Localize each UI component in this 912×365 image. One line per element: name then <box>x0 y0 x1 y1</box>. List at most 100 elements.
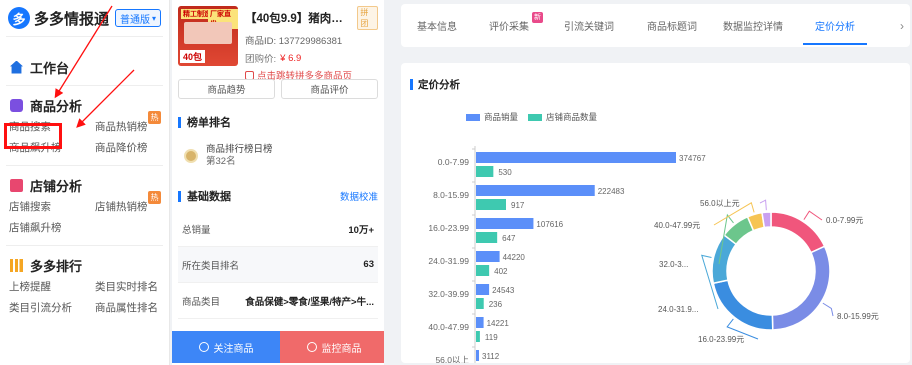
product-trend-button[interactable]: 商品趋势 <box>178 79 275 99</box>
bar-shop-count[interactable] <box>476 265 490 276</box>
monitor-product-button[interactable]: 监控商品 <box>280 331 384 363</box>
donut-label: 24.0-31.9... <box>658 305 698 314</box>
tab-item[interactable]: 定价分析 <box>795 4 875 47</box>
sidebar-item[interactable]: 店铺搜索 <box>9 197 95 218</box>
basic-data-row: 总销量 10万+ <box>178 211 378 247</box>
tab-item[interactable]: 基本信息 <box>401 4 473 47</box>
sidebar-item[interactable]: 店铺热销榜热 <box>95 191 169 218</box>
basic-data-label: 商品类目 <box>182 296 221 308</box>
bar-value-label: 222483 <box>598 187 625 196</box>
sidebar-item[interactable]: 类目引流分析 <box>9 298 95 319</box>
sidebar-item[interactable]: 商品降价榜 <box>95 138 169 159</box>
basic-data-value: 10万+ <box>348 224 374 236</box>
tab-label: 定价分析 <box>815 22 855 33</box>
bar-value-label: 402 <box>494 267 508 276</box>
product-panel: 精工制造 厂家直发 40包 【40包9.9】猪肉脯吃 拼团 商品ID: 1377… <box>172 0 384 365</box>
bar-shop-count[interactable] <box>476 232 498 243</box>
version-select[interactable]: 普通版 ▾ <box>115 9 162 27</box>
category-label: 0.0-7.99 <box>438 157 469 167</box>
sidebar-group-title: 商品分析 <box>30 98 83 114</box>
donut-label: 40.0-47.99元 <box>654 221 700 230</box>
divider <box>6 165 163 166</box>
brand[interactable]: 多 多多情报通 普通版 ▾ <box>0 0 169 36</box>
product-card: 精工制造 厂家直发 40包 【40包9.9】猪肉脯吃 拼团 商品ID: 1377… <box>172 0 384 82</box>
donut-label: 32.0-3... <box>659 260 688 269</box>
tab-list: 基本信息 评价采集新引流关键词 商品标题词 数据监控详情 定价分析 <box>401 4 894 47</box>
divider <box>6 245 163 246</box>
donut-slice[interactable] <box>770 211 826 254</box>
basic-data-row: 所在类目排名 63 <box>178 247 378 283</box>
bag-icon <box>10 98 23 112</box>
basic-data-table: 总销量 10万+ 所在类目排名 63 商品类目 食品保健>零食/坚果/特产>牛... <box>172 211 384 319</box>
donut-slice[interactable] <box>712 279 774 331</box>
ranking-position: 第32名 <box>206 156 236 167</box>
sidebar-item[interactable]: 商品属性排名 <box>95 298 169 319</box>
product-price: 团购价: ¥ 6.9 <box>245 51 378 66</box>
product-buttons: 商品趋势 商品评价 <box>172 79 384 99</box>
bar-sales[interactable] <box>476 251 500 262</box>
sidebar-submenu: 上榜提醒 类目实时排名 类目引流分析 商品属性排名 <box>0 277 169 319</box>
product-review-button[interactable]: 商品评价 <box>281 79 378 99</box>
tab-item[interactable]: 商品标题词 <box>633 4 711 47</box>
sidebar-item-label: 商品热销榜 <box>95 121 148 133</box>
product-id: 商品ID: 137729986381 <box>245 36 343 47</box>
donut-label: 8.0-15.99元 <box>837 312 879 321</box>
monitor-product-label: 监控商品 <box>321 343 362 355</box>
category-label: 16.0-23.99 <box>428 223 469 233</box>
donut-slice[interactable] <box>771 245 831 331</box>
sidebar-group[interactable]: 工作台 <box>0 55 169 79</box>
follow-product-label: 关注商品 <box>213 343 254 355</box>
bar-sales[interactable] <box>476 350 479 361</box>
basic-data-section-title: 基础数据 数据校准 <box>172 187 384 205</box>
divider <box>6 85 163 86</box>
category-label: 40.0-47.99 <box>428 322 469 332</box>
bar-value-label: 24543 <box>492 286 515 295</box>
pricing-chart: 0.0-7.99 374767 530 8.0-15.99 222483 917 16.0-… <box>428 146 879 363</box>
bar-value-label: 119 <box>485 333 498 342</box>
data-calibrate-link[interactable]: 数据校准 <box>340 189 378 203</box>
sidebar-group[interactable]: 多多排行 <box>0 253 169 277</box>
donut-leader-line <box>759 199 767 211</box>
sidebar-submenu: 店铺搜索 店铺热销榜热店铺飙升榜 <box>0 191 169 239</box>
chevron-right-icon[interactable]: › <box>894 19 910 33</box>
sidebar-group[interactable]: 商品分析 <box>0 93 169 117</box>
donut-leader-line <box>803 210 823 221</box>
bar-shop-count[interactable] <box>476 166 494 177</box>
tab-label: 评价采集 <box>489 22 529 33</box>
sidebar-groups: 工作台 商品分析 商品搜索 商品热销榜热商品飙升榜 商品降价榜 店铺分析 店铺搜索 店铺热销榜… <box>0 55 169 319</box>
donut-slice[interactable] <box>761 211 772 229</box>
category-label: 24.0-31.99 <box>428 256 469 266</box>
sidebar-item[interactable]: 店铺飙升榜 <box>9 218 95 239</box>
bar-value-label: 107616 <box>536 220 563 229</box>
follow-product-button[interactable]: 关注商品 <box>172 331 280 363</box>
monitor-icon <box>306 342 317 352</box>
tab-item[interactable]: 数据监控详情 <box>711 4 795 47</box>
bar-sales[interactable] <box>476 185 595 196</box>
donut-leader-line <box>822 302 834 317</box>
bar-sales[interactable] <box>476 218 534 229</box>
bar-sales[interactable] <box>476 284 490 295</box>
tab-item[interactable]: 评价采集新 <box>473 4 545 47</box>
sidebar-item[interactable]: 上榜提醒 <box>9 277 95 298</box>
sidebar-group[interactable]: 店铺分析 <box>0 173 169 197</box>
tab-label: 商品标题词 <box>647 22 697 33</box>
sidebar-group-title: 工作台 <box>30 60 70 76</box>
ranking-title: 榜单排名 <box>187 117 231 129</box>
product-thumbnail[interactable]: 精工制造 厂家直发 40包 <box>178 6 238 66</box>
sidebar-item[interactable]: 类目实时排名 <box>95 277 169 298</box>
sidebar-item-label: 商品属性排名 <box>95 302 158 314</box>
bar-sales[interactable] <box>476 152 676 163</box>
bar-shop-count[interactable] <box>476 331 480 342</box>
bar-shop-count[interactable] <box>476 199 506 210</box>
tab-item[interactable]: 引流关键词 <box>545 4 633 47</box>
sidebar-item[interactable]: 商品热销榜热 <box>95 111 169 138</box>
donut-label: 0.0-7.99元 <box>826 216 863 225</box>
ranking-list-name: 商品排行榜日榜 <box>206 144 273 155</box>
ranking-section-title: 榜单排名 <box>172 113 384 131</box>
bar-shop-count[interactable] <box>476 298 484 309</box>
category-label: 8.0-15.99 <box>433 190 469 200</box>
product-title[interactable]: 【40包9.9】猪肉脯吃 <box>245 10 353 26</box>
basic-data-row: 商品类目 食品保健>零食/坚果/特产>牛... <box>178 283 378 319</box>
bar-value-label: 3112 <box>482 352 500 361</box>
bar-sales[interactable] <box>476 317 484 328</box>
